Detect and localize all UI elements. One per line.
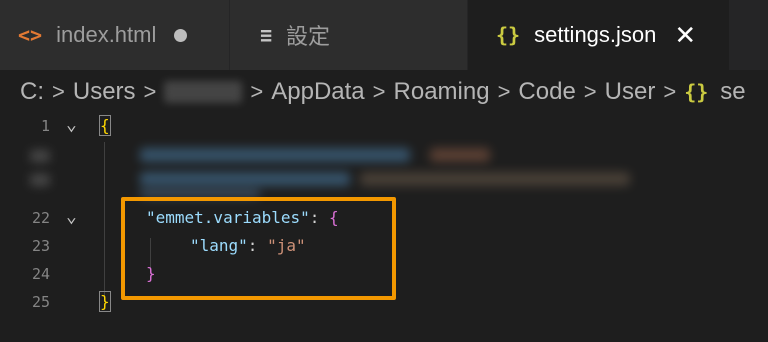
breadcrumb-file[interactable]: se xyxy=(720,78,745,106)
breadcrumb-roaming[interactable]: Roaming xyxy=(394,78,490,106)
code-text: } xyxy=(99,291,111,312)
chevron-down-icon[interactable]: ⌄ xyxy=(66,114,77,135)
close-icon[interactable]: ✕ xyxy=(674,22,696,48)
annotation-highlight-box xyxy=(121,197,396,300)
breadcrumb-user[interactable]: User xyxy=(605,78,656,106)
chevron-right-icon: > xyxy=(143,79,157,104)
breadcrumb-code[interactable]: Code xyxy=(518,78,575,106)
line-number: 24 xyxy=(31,265,50,283)
breadcrumb-users[interactable]: Users xyxy=(73,78,136,106)
redacted-code xyxy=(430,148,490,162)
line-number: 22 xyxy=(31,209,50,227)
redacted-code xyxy=(140,172,350,186)
tab-label: 設定 xyxy=(286,24,331,49)
line-number: 1 xyxy=(40,117,50,135)
redacted-code xyxy=(360,172,630,186)
unsaved-dot-icon[interactable] xyxy=(174,28,188,42)
tab-label: settings.json xyxy=(534,22,657,47)
chevron-right-icon: > xyxy=(663,79,677,104)
tab-label: index.html xyxy=(56,22,157,47)
chevron-right-icon: > xyxy=(583,79,597,104)
chevron-right-icon: > xyxy=(52,79,65,104)
breadcrumb-drive[interactable]: C: xyxy=(20,78,44,106)
breadcrumb: C: > Users > > AppData > Roaming > Code … xyxy=(0,72,768,112)
tab-bar: <> index.html ≡ 設定 {} settings.json ✕ xyxy=(0,0,768,70)
chevron-right-icon: > xyxy=(372,79,386,104)
redacted-code xyxy=(140,148,410,162)
code-line: 1 ⌄ { xyxy=(0,114,768,142)
tab-index-html[interactable]: <> index.html xyxy=(0,0,230,70)
chevron-down-icon[interactable]: ⌄ xyxy=(66,206,77,227)
line-number: 23 xyxy=(31,237,50,255)
redacted-line-number xyxy=(30,150,50,162)
json-file-icon: {} xyxy=(496,23,521,47)
breadcrumb-appdata[interactable]: AppData xyxy=(271,78,364,106)
chevron-right-icon: > xyxy=(497,79,511,104)
json-file-icon: {} xyxy=(684,80,709,104)
breadcrumb-username-redacted[interactable] xyxy=(164,81,243,103)
tab-settings-json[interactable]: {} settings.json ✕ xyxy=(468,0,730,70)
line-number: 25 xyxy=(31,293,50,311)
html-file-icon: <> xyxy=(18,23,43,47)
tab-settings-ui[interactable]: ≡ 設定 xyxy=(230,0,468,70)
redacted-line-number xyxy=(30,174,50,186)
settings-list-icon: ≡ xyxy=(260,23,273,47)
chevron-right-icon: > xyxy=(250,79,264,104)
code-text: { xyxy=(99,115,111,136)
